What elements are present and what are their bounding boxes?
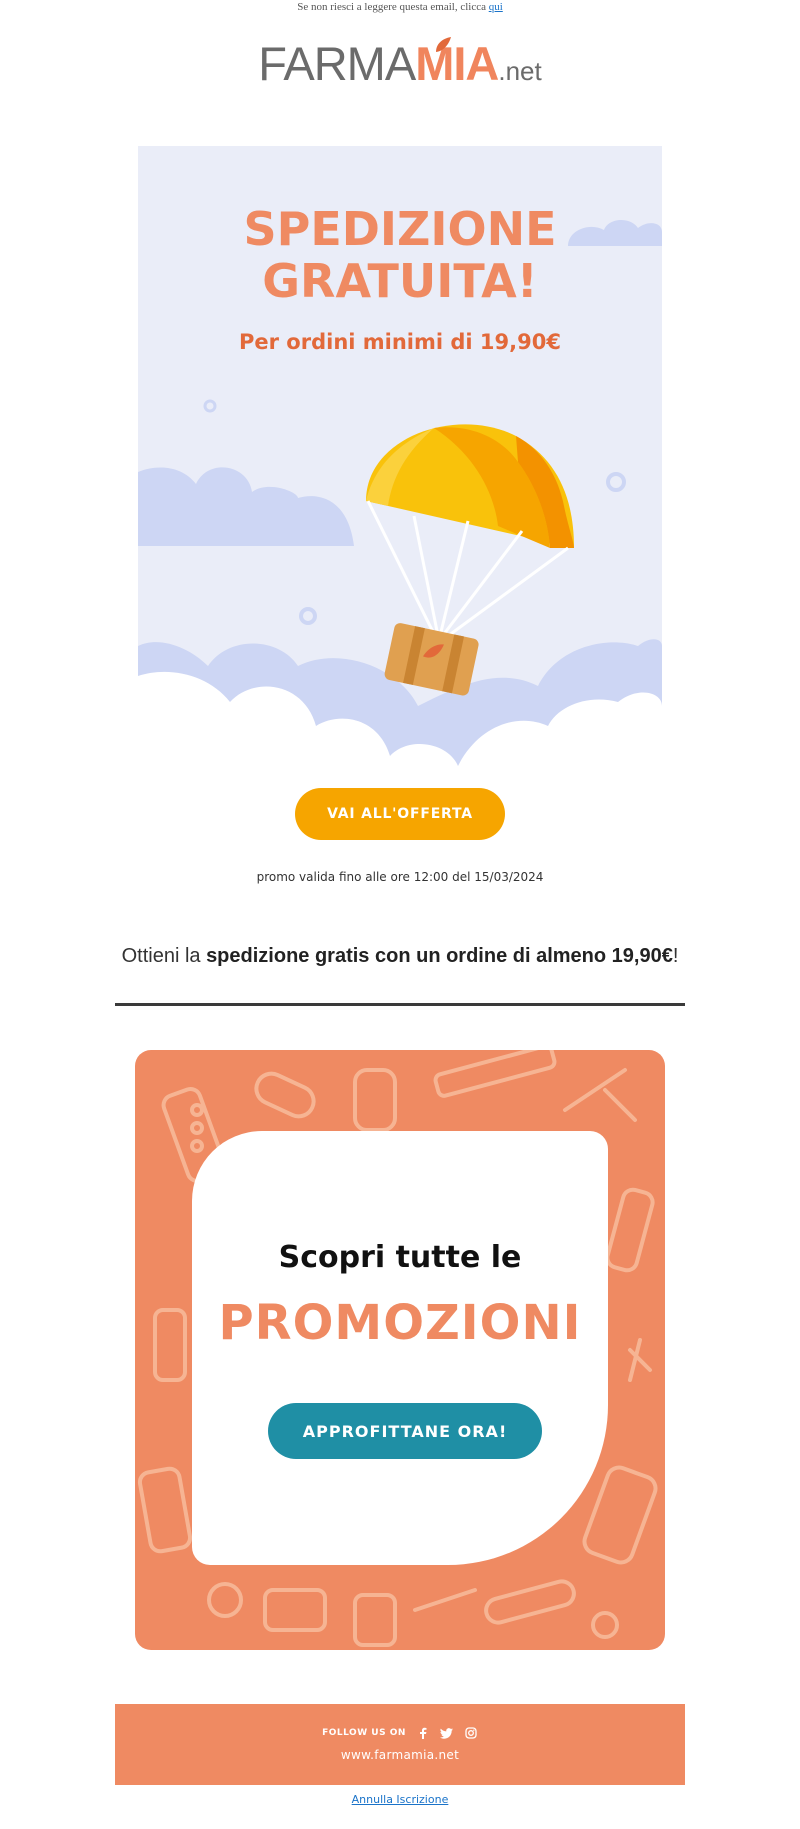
- promo-validity-text: promo valida fino alle ore 12:00 del 15/…: [256, 870, 544, 884]
- footer-bar: FOLLOW US ON www.farmamia.net: [115, 1704, 685, 1785]
- intro-bold: spedizione gratis con un ordine di almen…: [206, 945, 673, 967]
- unsubscribe-link[interactable]: Annulla Iscrizione: [352, 1793, 449, 1806]
- logo-text-mia: MIA: [415, 37, 499, 90]
- twitter-icon[interactable]: [440, 1726, 454, 1740]
- follow-us-row: FOLLOW US ON: [115, 1726, 685, 1740]
- preheader: Se non riesci a leggere questa email, cl…: [0, 0, 800, 14]
- section-divider: [115, 1003, 685, 1006]
- hero-title-line2: GRATUITA!: [262, 254, 538, 308]
- preheader-text: Se non riesci a leggere questa email, cl…: [297, 1, 489, 13]
- unsubscribe-row: Annulla Iscrizione: [0, 1793, 800, 1806]
- intro-suffix: !: [672, 945, 679, 967]
- follow-us-label: FOLLOW US ON: [322, 1728, 406, 1738]
- preheader-link[interactable]: qui: [489, 1, 503, 13]
- parachute-icon: [366, 424, 574, 639]
- farmamia-logo[interactable]: FARMAMIA.net: [0, 36, 800, 102]
- promotions-title: PROMOZIONI: [218, 1295, 582, 1351]
- promotions-banner[interactable]: Scopri tutte le PROMOZIONI APPROFITTANE …: [135, 1050, 665, 1650]
- free-shipping-intro: Ottieni la spedizione gratis con un ordi…: [0, 945, 800, 968]
- go-to-offer-button[interactable]: VAI ALL'OFFERTA: [295, 788, 505, 840]
- instagram-icon[interactable]: [464, 1726, 478, 1740]
- leaf-icon: [436, 37, 451, 52]
- take-advantage-button[interactable]: APPROFITTANE ORA!: [268, 1403, 542, 1459]
- hero-subtitle: Per ordini minimi di 19,90€: [239, 330, 561, 354]
- logo-text-net: .net: [498, 56, 542, 86]
- free-shipping-banner[interactable]: SPEDIZIONE GRATUITA! Per ordini minimi d…: [138, 146, 662, 786]
- website-link[interactable]: www.farmamia.net: [115, 1748, 685, 1762]
- promotions-heading: Scopri tutte le: [278, 1240, 522, 1275]
- facebook-icon[interactable]: [416, 1726, 430, 1740]
- hero-title-line1: SPEDIZIONE: [243, 202, 557, 256]
- logo-text-farma: FARMA: [258, 37, 416, 90]
- intro-prefix: Ottieni la: [121, 945, 207, 967]
